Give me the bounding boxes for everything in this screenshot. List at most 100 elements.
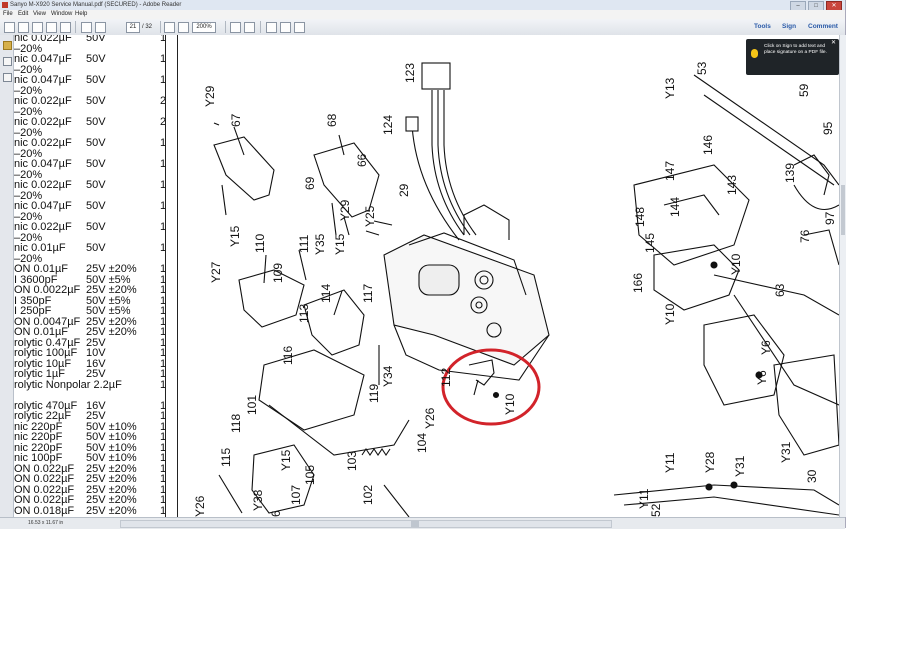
comment-button[interactable]: Comment	[808, 23, 838, 31]
label-105: 105	[303, 465, 317, 485]
label-y29: Y29	[338, 199, 352, 221]
label-6: 6	[269, 510, 283, 517]
menu-bar: File Edit View Window Help	[0, 10, 845, 19]
zoom-in-icon[interactable]	[178, 22, 189, 33]
tools-button[interactable]: Tools	[754, 23, 771, 31]
label-97: 97	[823, 211, 837, 225]
horizontal-scrollbar[interactable]	[120, 520, 612, 528]
label-y10-right: Y10	[729, 253, 743, 275]
label-115: 115	[219, 448, 233, 467]
toolbar: 21 / 32 200% Tools Sign Comment	[0, 19, 845, 36]
status-bar: 16.53 x 11.67 in	[0, 517, 845, 529]
label-123: 123	[403, 63, 417, 83]
menu-edit[interactable]: Edit	[18, 10, 28, 19]
navigation-panel	[0, 35, 14, 517]
toolbar-separator	[260, 21, 261, 33]
label-146: 146	[701, 135, 715, 155]
adobe-reader-icon	[2, 2, 8, 8]
label-109: 109	[271, 263, 285, 283]
page-total: / 32	[142, 24, 153, 30]
label-52: 52	[649, 503, 663, 517]
label-y38: Y38	[251, 489, 265, 511]
close-icon[interactable]: ✕	[831, 40, 836, 46]
email-icon[interactable]	[60, 22, 71, 33]
vertical-scroll-thumb[interactable]	[841, 185, 845, 235]
next-page-icon[interactable]	[95, 22, 106, 33]
label-y13: Y13	[663, 77, 677, 99]
highlight-icon[interactable]	[280, 22, 291, 33]
label-y11: Y11	[663, 452, 677, 473]
label-102: 102	[361, 485, 375, 505]
menu-view[interactable]: View	[33, 10, 46, 19]
label-68: 68	[325, 113, 339, 127]
label-118: 118	[229, 414, 243, 433]
label-67: 67	[229, 113, 243, 127]
label-y6: Y6	[759, 340, 773, 355]
label-112[interactable]: 112	[439, 368, 453, 387]
label-66: 66	[355, 153, 369, 167]
label-113: 113	[297, 304, 311, 323]
label-y10-circled[interactable]: Y10	[503, 393, 517, 415]
label-124: 124	[381, 115, 395, 135]
label-y34: Y34	[381, 365, 395, 387]
label-139: 139	[783, 163, 797, 183]
label-y15-lower: Y15	[279, 449, 293, 471]
print-icon[interactable]	[46, 22, 57, 33]
label-y35: Y35	[313, 233, 327, 255]
horizontal-scroll-thumb[interactable]	[411, 521, 419, 527]
label-95: 95	[821, 121, 835, 135]
menu-help[interactable]: Help	[75, 10, 87, 19]
label-29: 29	[397, 183, 411, 197]
label-53: 53	[695, 61, 709, 75]
vertical-scrollbar[interactable]	[839, 35, 846, 517]
attachments-icon[interactable]	[3, 73, 12, 82]
comment-bubble-icon[interactable]	[266, 22, 277, 33]
window-title: Sanyo M-X920 Service Manual.pdf (SECURED…	[10, 2, 182, 8]
pages-icon[interactable]	[3, 57, 12, 66]
label-144: 144	[668, 197, 682, 217]
create-pdf-icon[interactable]	[4, 22, 15, 33]
label-148: 148	[633, 207, 647, 227]
fit-width-icon[interactable]	[244, 22, 255, 33]
label-103: 103	[345, 451, 359, 471]
zoom-out-icon[interactable]	[164, 22, 175, 33]
label-y26: Y26	[423, 407, 437, 429]
previous-page-icon[interactable]	[81, 22, 92, 33]
open-icon[interactable]	[18, 22, 29, 33]
zoom-select[interactable]: 200%	[192, 22, 216, 33]
label-166: 166	[631, 273, 645, 293]
label-76: 76	[798, 229, 812, 243]
save-icon[interactable]	[32, 22, 43, 33]
menu-file[interactable]: File	[3, 10, 13, 19]
title-bar: Sanyo M-X920 Service Manual.pdf (SECURED…	[0, 0, 845, 11]
highlight-circle	[441, 348, 541, 426]
label-y10-lower-right: Y10	[663, 303, 677, 325]
page-number-input[interactable]: 21	[126, 22, 140, 33]
label-116: 116	[281, 346, 295, 365]
label-y25: Y25	[363, 205, 377, 227]
label-y15: Y15	[333, 233, 347, 255]
label-59: 59	[797, 83, 811, 97]
label-107: 107	[289, 485, 303, 505]
document-view[interactable]: nic 0.022µF 50V 1 –20% nic 0.047µF 50V 1 –20% ni…	[14, 35, 839, 517]
label-119: 119	[367, 384, 381, 403]
label-147: 147	[663, 161, 677, 181]
label-110: 110	[253, 234, 267, 253]
label-y6-lower: Y6	[755, 370, 769, 385]
fit-page-icon[interactable]	[230, 22, 241, 33]
exploded-parts-diagram: 123 124 68 67 Y29 66 69 Y29 29 Y25 110 Y…	[193, 61, 839, 517]
sign-tooltip: Click on Sign to add text and place sign…	[746, 39, 839, 75]
label-y26-lower: Y26	[193, 495, 207, 517]
sign-pen-icon[interactable]	[294, 22, 305, 33]
sign-button[interactable]: Sign	[782, 23, 796, 31]
toolbar-separator	[75, 21, 76, 33]
label-101: 101	[245, 395, 259, 415]
toolbar-separator	[225, 21, 226, 33]
label-y28: Y28	[703, 451, 717, 473]
lock-icon[interactable]	[3, 41, 12, 50]
menu-window[interactable]: Window	[51, 10, 72, 19]
label-117: 117	[361, 284, 375, 303]
label-104: 104	[415, 433, 429, 453]
window-controls: – □ ✕	[790, 0, 842, 11]
label-y31-right: Y31	[779, 441, 793, 463]
